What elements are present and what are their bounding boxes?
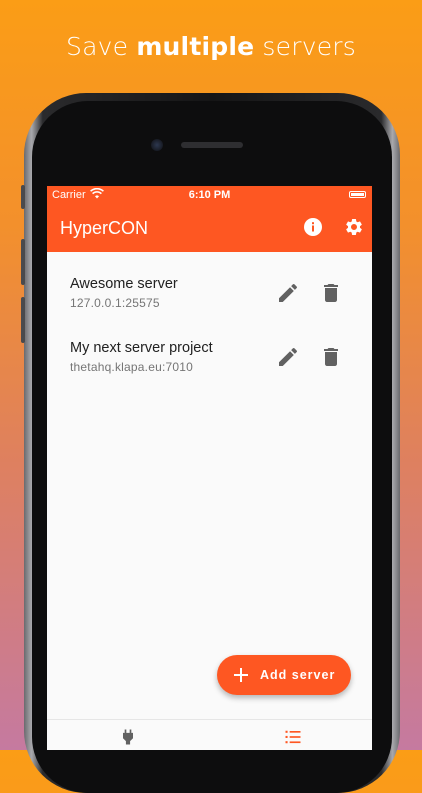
server-address: thetahq.klapa.eu:7010 — [70, 360, 193, 374]
server-name: My next server project — [70, 340, 213, 356]
volume-down-button — [21, 297, 25, 343]
volume-up-button — [21, 239, 25, 285]
clock: 6:10 PM — [188, 189, 231, 201]
add-server-button[interactable]: Add server — [217, 655, 351, 695]
edit-icon[interactable] — [276, 345, 300, 369]
list-item[interactable]: Awesome server 127.0.0.1:25575 — [47, 252, 372, 316]
delete-icon[interactable] — [319, 345, 343, 369]
battery-icon — [349, 191, 366, 198]
promo-bold: multiple — [136, 32, 255, 61]
add-server-label: Add server — [260, 668, 336, 682]
server-name: Awesome server — [70, 276, 178, 292]
front-camera — [151, 139, 163, 151]
info-icon[interactable] — [302, 216, 324, 238]
promo-headline: Save multiple servers — [0, 32, 422, 61]
gear-icon[interactable] — [343, 216, 365, 238]
app-bar: Carrier 6:10 PM HyperCON — [47, 186, 372, 252]
server-list: Awesome server 127.0.0.1:25575 My next s… — [47, 252, 372, 380]
plug-icon[interactable] — [118, 727, 138, 747]
plus-icon — [233, 667, 249, 683]
app-screen: Carrier 6:10 PM HyperCON Awesome server … — [47, 186, 372, 750]
status-bar: Carrier 6:10 PM — [47, 187, 372, 204]
earpiece-speaker — [181, 142, 243, 148]
promo-prefix: Save — [66, 32, 137, 61]
promo-suffix: servers — [254, 32, 356, 61]
server-address: 127.0.0.1:25575 — [70, 296, 160, 310]
list-item[interactable]: My next server project thetahq.klapa.eu:… — [47, 316, 372, 380]
delete-icon[interactable] — [319, 281, 343, 305]
app-title: HyperCON — [60, 218, 149, 238]
mute-switch — [21, 185, 25, 209]
list-icon[interactable] — [283, 727, 303, 747]
edit-icon[interactable] — [276, 281, 300, 305]
bottom-navigation — [47, 719, 372, 750]
